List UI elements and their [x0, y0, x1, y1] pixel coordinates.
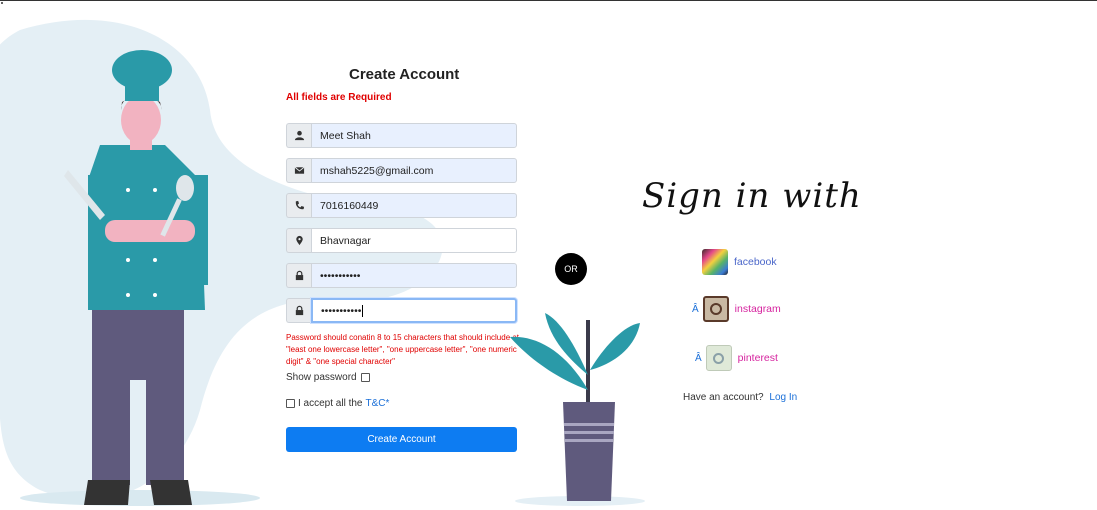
pinterest-label: pinterest [737, 352, 778, 364]
or-badge: OR [555, 253, 587, 285]
phone-field: 7016160449 [286, 193, 517, 218]
login-link[interactable]: Log In [769, 392, 797, 403]
show-password-row: Show password [286, 372, 370, 383]
have-account-row: Have an account? Log In [683, 392, 797, 403]
pinterest-prefix: Â [695, 352, 702, 364]
instagram-label: instagram [734, 303, 781, 315]
password-input[interactable]: ••••••••••• [311, 263, 517, 288]
create-account-button[interactable]: Create Account [286, 427, 517, 452]
password-error: Password should conatin 8 to 15 characte… [286, 333, 520, 366]
facebook-label: facebook [734, 256, 777, 268]
user-icon [286, 123, 311, 148]
have-account-text: Have an account? [683, 392, 764, 403]
confirm-password-field: ••••••••••• [286, 298, 517, 323]
city-field: Bhavnagar [286, 228, 517, 253]
terms-link[interactable]: T&C* [365, 398, 389, 409]
instagram-thumbnail-icon [702, 296, 729, 322]
signin-heading: Sign in with [642, 176, 862, 216]
show-password-checkbox[interactable] [360, 373, 370, 382]
instagram-prefix: Â [692, 303, 699, 315]
pinterest-login[interactable]: Â pinterest [695, 345, 778, 371]
pinterest-thumbnail-icon [705, 345, 732, 371]
phone-input[interactable]: 7016160449 [311, 193, 517, 218]
plant-illustration [510, 313, 645, 506]
text-cursor [362, 304, 364, 317]
name-input[interactable]: Meet Shah [311, 123, 517, 148]
show-password-label: Show password [286, 372, 357, 383]
lock-icon [286, 263, 311, 288]
lock-icon [286, 298, 311, 323]
facebook-login[interactable]: facebook [702, 249, 777, 275]
envelope-icon [286, 158, 311, 183]
instagram-login[interactable]: Â instagram [692, 296, 781, 322]
phone-icon [286, 193, 311, 218]
city-input[interactable]: Bhavnagar [311, 228, 517, 253]
email-input[interactable]: mshah5225@gmail.com [311, 158, 517, 183]
name-field: Meet Shah [286, 123, 517, 148]
accept-terms-checkbox[interactable] [286, 399, 295, 408]
window-top-border [0, 0, 1097, 1]
form-title: Create Account [349, 66, 460, 83]
password-field: ••••••••••• [286, 263, 517, 288]
accept-terms-row: I accept all the T&C* [286, 398, 389, 409]
facebook-thumbnail-icon [702, 249, 728, 275]
email-field: mshah5225@gmail.com [286, 158, 517, 183]
map-marker-icon [286, 228, 311, 253]
confirm-password-input[interactable]: ••••••••••• [311, 298, 517, 323]
required-message: All fields are Required [286, 92, 392, 103]
confirm-password-value: ••••••••••• [321, 304, 362, 317]
corner-dot [1, 2, 3, 4]
accept-terms-label: I accept all the [298, 398, 363, 409]
